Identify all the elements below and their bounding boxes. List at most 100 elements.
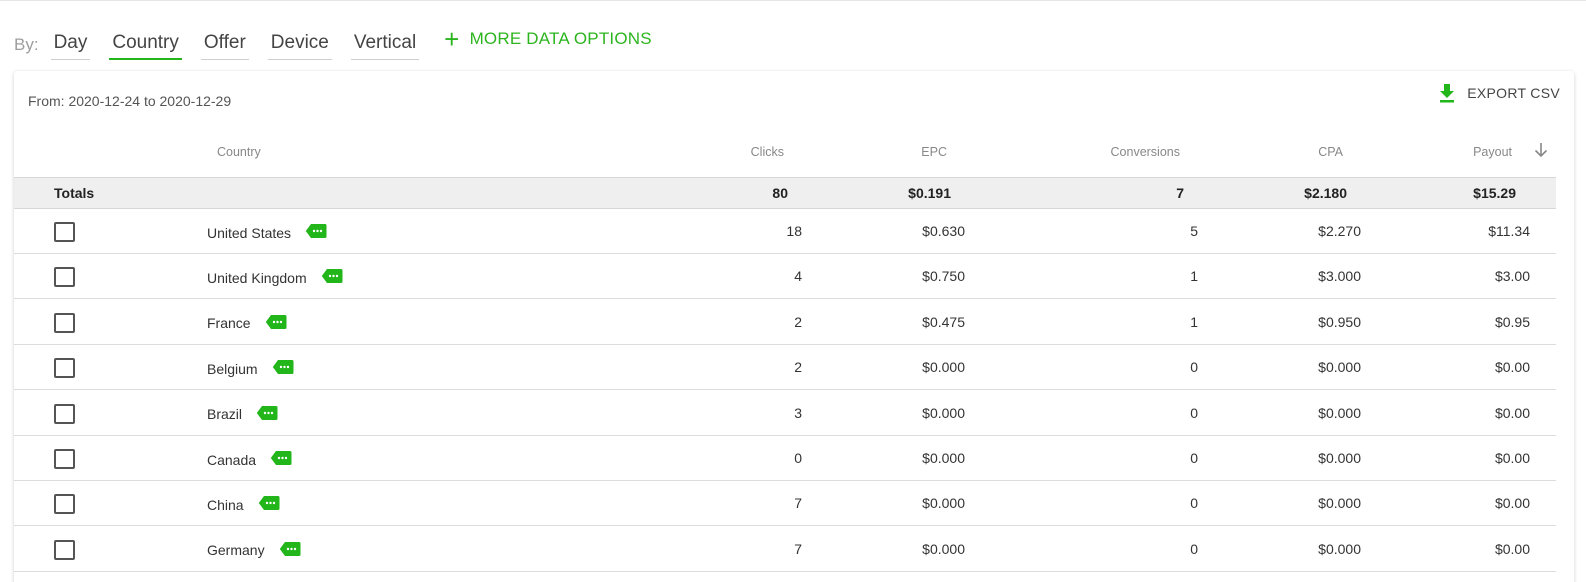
totals-clicks: 80 — [772, 185, 788, 201]
tag-icon[interactable] — [258, 495, 280, 514]
table-row: France 2 $0.475 1 $0.950 $0.95 — [14, 300, 1556, 345]
tag-icon[interactable] — [265, 314, 287, 333]
row-checkbox[interactable] — [54, 494, 75, 515]
country-cell: Brazil — [207, 405, 278, 424]
payout-cell: $0.00 — [1494, 359, 1530, 376]
cpa-cell: $0.000 — [1318, 540, 1361, 557]
download-icon — [1440, 84, 1455, 103]
tag-icon[interactable] — [272, 359, 294, 378]
country-name: United Kingdom — [207, 269, 307, 286]
cpa-cell: $0.000 — [1318, 359, 1361, 376]
row-checkbox[interactable] — [54, 449, 75, 469]
totals-conversions: 7 — [1176, 185, 1184, 201]
country-cell: United Kingdom — [207, 268, 343, 287]
country-name: France — [207, 315, 251, 332]
export-csv-label: EXPORT CSV — [1467, 85, 1560, 101]
payout-cell: $0.00 — [1494, 450, 1530, 466]
totals-row: Totals 80 $0.191 7 $2.180 $15.29 — [14, 177, 1556, 209]
epc-cell: $0.000 — [922, 404, 965, 421]
group-by-tabs: By: Day Country Offer Device Vertical + … — [14, 24, 652, 62]
country-cell: United States — [207, 223, 327, 242]
tag-icon[interactable] — [321, 268, 343, 287]
totals-epc: $0.191 — [908, 185, 951, 201]
country-name: Germany — [207, 542, 265, 559]
epc-cell: $0.000 — [922, 359, 965, 376]
country-name: Brazil — [207, 406, 243, 423]
cpa-cell: $0.000 — [1318, 404, 1361, 421]
conversions-cell: 0 — [1190, 404, 1198, 421]
epc-cell: $0.750 — [922, 268, 965, 285]
country-cell: China — [207, 495, 280, 514]
epc-cell: $0.000 — [922, 540, 965, 557]
conversions-cell: 0 — [1190, 495, 1198, 512]
tab-device[interactable]: Device — [267, 28, 332, 60]
by-label: By: — [14, 35, 39, 54]
tab-offer[interactable]: Offer — [200, 28, 249, 60]
tab-vertical[interactable]: Vertical — [350, 28, 420, 60]
export-csv-button[interactable]: EXPORT CSV — [1439, 83, 1560, 103]
column-conversions[interactable]: Conversions — [1111, 145, 1180, 159]
more-data-options-button[interactable]: + MORE DATA OPTIONS — [444, 24, 652, 54]
tag-icon[interactable] — [305, 223, 327, 242]
country-cell: Belgium — [207, 359, 294, 378]
column-payout[interactable]: Payout — [1473, 145, 1512, 159]
epc-cell: $0.630 — [922, 223, 965, 239]
conversions-cell: 1 — [1190, 313, 1198, 330]
clicks-cell: 4 — [794, 268, 802, 285]
epc-cell: $0.475 — [922, 313, 965, 330]
cpa-cell: $0.000 — [1318, 450, 1361, 466]
column-clicks[interactable]: Clicks — [751, 145, 784, 159]
clicks-cell: 7 — [794, 495, 802, 512]
clicks-cell: 0 — [794, 450, 802, 466]
row-checkbox[interactable] — [54, 539, 75, 560]
report-card: From: 2020-12-24 to 2020-12-29 EXPORT CS… — [14, 71, 1574, 582]
tab-day[interactable]: Day — [50, 28, 91, 60]
table-row: United Kingdom 4 $0.750 1 $3.000 $3.00 — [14, 254, 1556, 300]
clicks-cell: 3 — [794, 404, 802, 421]
tag-icon[interactable] — [279, 541, 301, 560]
country-name: United States — [207, 224, 292, 241]
epc-cell: $0.000 — [922, 450, 965, 466]
totals-label: Totals — [54, 185, 95, 201]
country-name: Belgium — [207, 360, 258, 377]
plus-icon: + — [444, 24, 460, 54]
payout-cell: $11.34 — [1488, 223, 1530, 239]
table-row: Germany 7 $0.000 0 $0.000 $0.00 — [14, 527, 1556, 572]
country-cell: Canada — [207, 450, 292, 469]
table-row: United States 18 $0.630 5 $2.270 $11.34 — [14, 209, 1556, 254]
country-name: China — [207, 496, 244, 513]
cpa-cell: $0.950 — [1318, 313, 1361, 330]
payout-cell: $0.00 — [1494, 404, 1530, 421]
more-data-options-label: MORE DATA OPTIONS — [469, 29, 652, 48]
row-checkbox[interactable] — [54, 267, 75, 288]
table-row: Canada 0 $0.000 0 $0.000 $0.00 — [14, 436, 1556, 481]
column-epc[interactable]: EPC — [921, 145, 947, 159]
cpa-cell: $3.000 — [1318, 268, 1361, 285]
clicks-cell: 2 — [794, 313, 802, 330]
row-checkbox[interactable] — [54, 222, 75, 242]
arrow-down-icon[interactable] — [1534, 142, 1548, 158]
conversions-cell: 1 — [1190, 268, 1198, 285]
payout-cell: $0.00 — [1494, 495, 1530, 512]
conversions-cell: 0 — [1190, 540, 1198, 557]
column-cpa[interactable]: CPA — [1318, 145, 1343, 159]
conversions-cell: 0 — [1190, 450, 1198, 466]
country-name: Canada — [207, 451, 257, 468]
tag-icon[interactable] — [256, 405, 278, 424]
country-cell: France — [207, 314, 287, 333]
clicks-cell: 7 — [794, 540, 802, 557]
column-country[interactable]: Country — [217, 145, 261, 159]
row-checkbox[interactable] — [54, 312, 75, 333]
clicks-cell: 2 — [794, 359, 802, 376]
totals-cpa: $2.180 — [1304, 185, 1347, 201]
tag-icon[interactable] — [270, 450, 292, 469]
table-row: Belgium 2 $0.000 0 $0.000 $0.00 — [14, 345, 1556, 391]
row-checkbox[interactable] — [54, 358, 75, 379]
tab-country[interactable]: Country — [109, 28, 182, 60]
conversions-cell: 5 — [1190, 223, 1198, 239]
cpa-cell: $2.270 — [1318, 223, 1361, 239]
table-row: Brazil 3 $0.000 0 $0.000 $0.00 — [14, 391, 1556, 436]
payout-cell: $3.00 — [1494, 268, 1530, 285]
row-checkbox[interactable] — [54, 403, 75, 424]
totals-payout: $15.29 — [1473, 185, 1516, 201]
